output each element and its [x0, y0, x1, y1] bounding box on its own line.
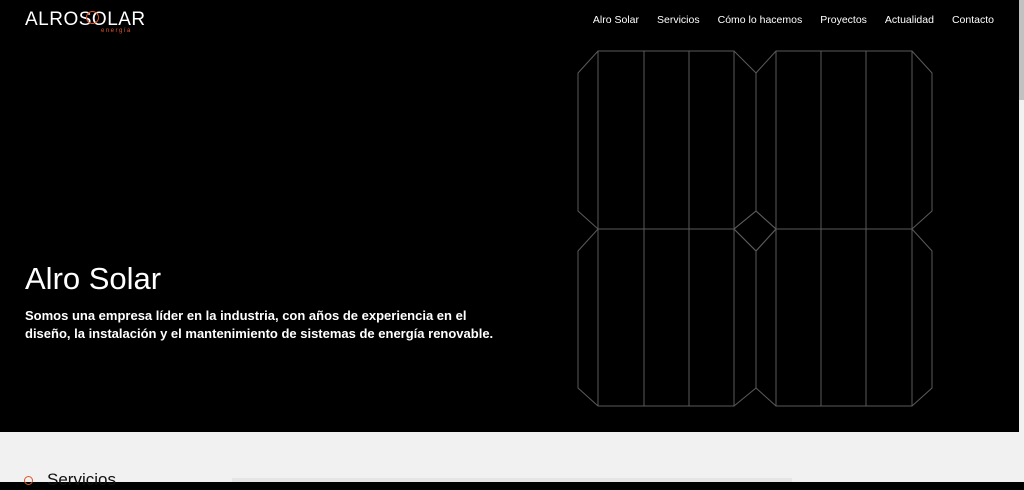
services-heading: Servicios — [47, 470, 116, 489]
solar-panel-top-right — [755, 50, 933, 230]
bullet-icon — [24, 476, 33, 485]
logo-subtitle: energía — [101, 28, 132, 34]
nav-item-actualidad[interactable]: Actualidad — [885, 13, 934, 27]
solar-panel-top-left — [577, 50, 757, 230]
hero-title: Alro Solar — [25, 261, 162, 296]
services-card-edge — [232, 478, 792, 482]
page-scrollbar[interactable] — [1019, 0, 1024, 482]
solar-panels-illustration — [577, 50, 933, 407]
nav-item-como-lo-hacemos[interactable]: Cómo lo hacemos — [718, 13, 803, 27]
hero-description: Somos una empresa líder en la industria,… — [25, 308, 494, 341]
solar-panel-bottom-right — [755, 228, 933, 407]
services-section — [0, 432, 1019, 482]
panel-center-diamond — [733, 210, 777, 252]
nav-item-alro-solar[interactable]: Alro Solar — [593, 13, 639, 27]
main-nav: Alro Solar Servicios Cómo lo hacemos Pro… — [593, 13, 994, 27]
nav-item-contacto[interactable]: Contacto — [952, 13, 994, 27]
scrollbar-thumb[interactable] — [1019, 0, 1024, 100]
nav-item-servicios[interactable]: Servicios — [657, 13, 700, 27]
solar-panel-bottom-left — [577, 228, 757, 407]
sun-ring-icon — [86, 11, 99, 24]
nav-item-proyectos[interactable]: Proyectos — [820, 13, 867, 27]
